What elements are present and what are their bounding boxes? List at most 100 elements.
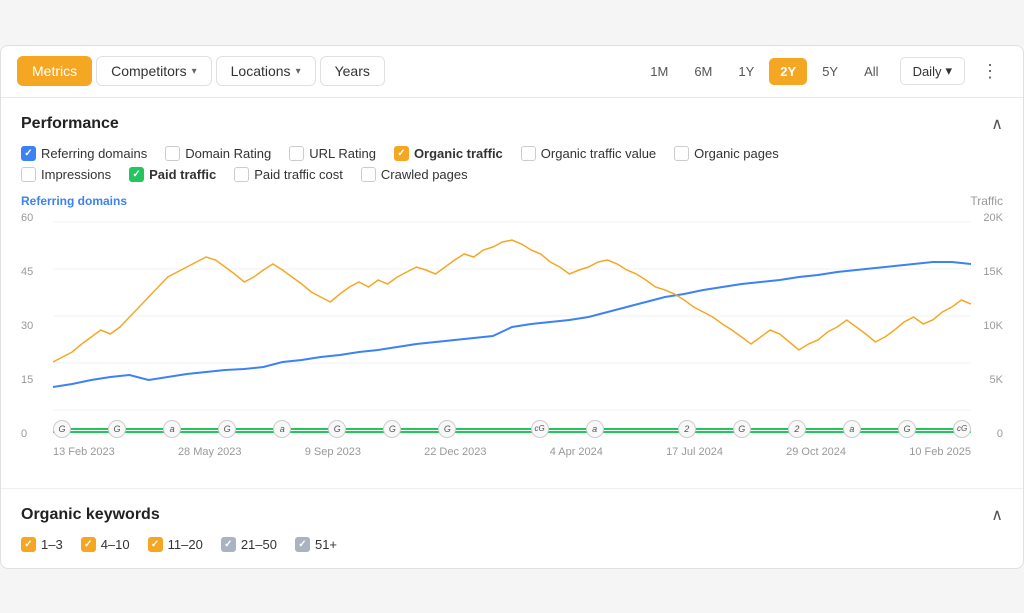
x-label: 28 May 2023 xyxy=(178,446,242,458)
kw-item-51plus[interactable]: ✓ 51+ xyxy=(295,537,337,552)
event-line xyxy=(456,428,530,430)
checkbox-indicator xyxy=(21,167,36,182)
event-line xyxy=(549,428,586,430)
chart-label-left: Referring domains xyxy=(21,194,127,208)
event-line xyxy=(181,428,218,430)
chart-wrap: 60 45 30 15 0 20K 15K 10K 5K 0 xyxy=(21,212,1003,472)
checkbox-label: Crawled pages xyxy=(381,167,468,182)
event-dot-2[interactable]: 2 xyxy=(788,420,806,438)
checkbox-organic-traffic[interactable]: ✓ Organic traffic xyxy=(394,146,503,161)
y-label: 30 xyxy=(21,320,49,332)
x-label: 17 Jul 2024 xyxy=(666,446,723,458)
event-dot-g[interactable]: G xyxy=(438,420,456,438)
event-dot-g[interactable]: G xyxy=(53,420,71,438)
y-label: 15K xyxy=(971,266,1003,278)
event-dot-g[interactable]: G xyxy=(898,420,916,438)
time-btn-1y[interactable]: 1Y xyxy=(727,58,765,85)
event-dot-a[interactable]: a xyxy=(843,420,861,438)
tab-metrics-label: Metrics xyxy=(32,63,77,79)
performance-section: Performance ∧ ✓ Referring domains Domain… xyxy=(1,98,1023,489)
y-label: 15 xyxy=(21,374,49,386)
event-line xyxy=(401,428,438,430)
time-btn-all[interactable]: All xyxy=(853,58,889,85)
collapse-icon[interactable]: ∧ xyxy=(991,505,1003,525)
kw-item-21-50[interactable]: ✓ 21–50 xyxy=(221,537,277,552)
time-btn-5y[interactable]: 5Y xyxy=(811,58,849,85)
event-line xyxy=(346,428,383,430)
chart-labels-row: Referring domains Traffic xyxy=(21,194,1003,208)
checkbox-label: Impressions xyxy=(41,167,111,182)
event-dot-a[interactable]: a xyxy=(586,420,604,438)
tab-locations[interactable]: Locations ▾ xyxy=(216,56,316,86)
kw-checkboxes: ✓ 1–3 ✓ 4–10 ✓ 11–20 ✓ 21–50 xyxy=(21,537,1003,552)
y-axis-right: 20K 15K 10K 5K 0 xyxy=(971,212,1003,440)
granularity-button[interactable]: Daily ▾ xyxy=(900,57,965,85)
checkbox-label: Organic traffic value xyxy=(541,146,656,161)
checkbox-organic-traffic-value[interactable]: Organic traffic value xyxy=(521,146,656,161)
checkbox-row-1: ✓ Referring domains Domain Rating URL Ra… xyxy=(21,146,1003,161)
kw-label: 11–20 xyxy=(168,537,203,552)
checkbox-impressions[interactable]: Impressions xyxy=(21,167,111,182)
granularity-label: Daily xyxy=(913,64,942,79)
event-dot-2[interactable]: 2 xyxy=(678,420,696,438)
more-options-button[interactable]: ⋮ xyxy=(973,56,1007,87)
time-btn-2y[interactable]: 2Y xyxy=(769,58,807,85)
tab-metrics[interactable]: Metrics xyxy=(17,56,92,86)
kw-item-1-3[interactable]: ✓ 1–3 xyxy=(21,537,63,552)
checkbox-organic-pages[interactable]: Organic pages xyxy=(674,146,779,161)
checkbox-indicator: ✓ xyxy=(21,146,36,161)
checkbox-paid-traffic[interactable]: ✓ Paid traffic xyxy=(129,167,216,182)
checkbox-label: Paid traffic cost xyxy=(254,167,343,182)
nav-right: 1M 6M 1Y 2Y 5Y All Daily ▾ ⋮ xyxy=(639,56,1007,87)
tab-years-label: Years xyxy=(335,63,370,79)
event-dot-cg2[interactable]: cG xyxy=(953,420,971,438)
event-dot-g[interactable]: G xyxy=(383,420,401,438)
top-nav: Metrics Competitors ▾ Locations ▾ Years … xyxy=(1,46,1023,98)
event-line xyxy=(71,428,108,430)
checkbox-paid-traffic-cost[interactable]: Paid traffic cost xyxy=(234,167,343,182)
checkbox-domain-rating[interactable]: Domain Rating xyxy=(165,146,271,161)
x-label: 9 Sep 2023 xyxy=(305,446,361,458)
y-label: 0 xyxy=(21,428,49,440)
checkbox-indicator xyxy=(674,146,689,161)
y-label: 60 xyxy=(21,212,49,224)
event-line xyxy=(291,428,328,430)
x-label: 13 Feb 2023 xyxy=(53,446,115,458)
kw-checkbox-4-10: ✓ xyxy=(81,537,96,552)
checkbox-indicator xyxy=(521,146,536,161)
x-label: 22 Dec 2023 xyxy=(424,446,486,458)
event-dot-a[interactable]: a xyxy=(273,420,291,438)
y-label: 45 xyxy=(21,266,49,278)
kw-item-4-10[interactable]: ✓ 4–10 xyxy=(81,537,130,552)
chevron-down-icon: ▾ xyxy=(296,66,301,77)
event-dot-g[interactable]: G xyxy=(733,420,751,438)
event-dot-g[interactable]: G xyxy=(328,420,346,438)
tab-years[interactable]: Years xyxy=(320,56,385,86)
checkbox-label: Referring domains xyxy=(41,146,147,161)
event-line xyxy=(696,428,733,430)
checkbox-indicator xyxy=(361,167,376,182)
event-line xyxy=(916,428,953,430)
time-btn-6m[interactable]: 6M xyxy=(683,58,723,85)
checkbox-url-rating[interactable]: URL Rating xyxy=(289,146,376,161)
collapse-icon[interactable]: ∧ xyxy=(991,114,1003,134)
event-dot-cg[interactable]: cG xyxy=(531,420,549,438)
event-line xyxy=(806,428,843,430)
x-label: 29 Oct 2024 xyxy=(786,446,846,458)
kw-item-11-20[interactable]: ✓ 11–20 xyxy=(148,537,203,552)
event-line xyxy=(236,428,273,430)
checkbox-indicator xyxy=(289,146,304,161)
x-axis-labels: 13 Feb 2023 28 May 2023 9 Sep 2023 22 De… xyxy=(53,446,971,458)
checkbox-label: Organic pages xyxy=(694,146,779,161)
event-dot-a[interactable]: a xyxy=(163,420,181,438)
tab-competitors[interactable]: Competitors ▾ xyxy=(96,56,212,86)
checkbox-referring-domains[interactable]: ✓ Referring domains xyxy=(21,146,147,161)
time-btn-1m[interactable]: 1M xyxy=(639,58,679,85)
event-dot-g[interactable]: G xyxy=(218,420,236,438)
checkbox-crawled-pages[interactable]: Crawled pages xyxy=(361,167,468,182)
event-dot-g[interactable]: G xyxy=(108,420,126,438)
organic-keywords-section: Organic keywords ∧ ✓ 1–3 ✓ 4–10 ✓ 11–20 xyxy=(1,489,1023,568)
kw-checkbox-51plus: ✓ xyxy=(295,537,310,552)
kw-checkbox-1-3: ✓ xyxy=(21,537,36,552)
event-line xyxy=(861,428,898,430)
